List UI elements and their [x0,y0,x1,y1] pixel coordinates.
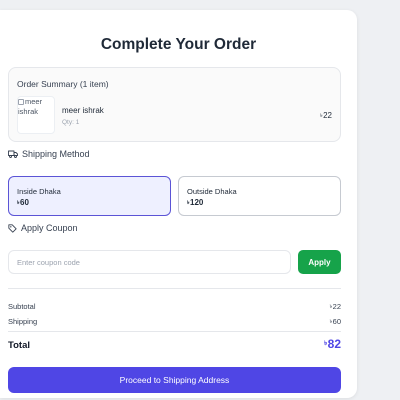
shipping-option-price-value: 120 [190,198,204,207]
shipping-cost-value: ৳60 [330,317,341,327]
product-name: meer ishrak [62,106,104,115]
shipping-option-price: ৳120 [187,198,203,208]
apply-coupon-heading: Apply Coupon [8,223,78,233]
shipping-option-price: ৳60 [17,198,29,208]
subtotal-label: Subtotal [8,302,36,311]
page-title: Complete Your Order [100,36,257,53]
divider [8,331,341,332]
order-summary-panel: Order Summary (1 item) meer ishrak meer … [8,67,341,142]
broken-image-icon [18,99,24,105]
product-price: ৳22 [320,111,332,121]
truck-icon [8,150,18,158]
shipping-method-label: Shipping Method [22,149,90,159]
subtotal-amount: 22 [332,302,341,311]
product-price-value: 22 [323,111,332,120]
shipping-option-inside-dhaka[interactable]: Inside Dhaka ৳60 [8,176,171,216]
order-summary-heading: Order Summary (1 item) [17,79,109,89]
shipping-option-outside-dhaka[interactable]: Outside Dhaka ৳120 [178,176,341,216]
total-label: Total [8,340,30,351]
product-qty: Qty: 1 [62,119,80,126]
shipping-cost-amount: 60 [332,317,341,326]
coupon-code-input[interactable] [8,250,291,274]
shipping-option-label: Inside Dhaka [17,187,61,196]
subtotal-value: ৳22 [330,302,341,312]
shipping-option-label: Outside Dhaka [187,187,237,196]
proceed-to-shipping-button[interactable]: Proceed to Shipping Address [8,367,341,393]
checkout-card: Complete Your Order Order Summary (1 ite… [0,10,357,398]
divider [8,288,341,289]
shipping-cost-label: Shipping [8,317,38,326]
shipping-method-heading: Shipping Method [8,149,90,159]
total-value: ৳82 [324,337,341,351]
apply-coupon-label: Apply Coupon [21,223,78,233]
apply-coupon-button[interactable]: Apply [298,250,341,274]
shipping-option-price-value: 60 [20,198,29,207]
tag-icon [8,223,17,233]
product-image: meer ishrak [17,96,55,134]
total-amount: 82 [327,337,341,351]
